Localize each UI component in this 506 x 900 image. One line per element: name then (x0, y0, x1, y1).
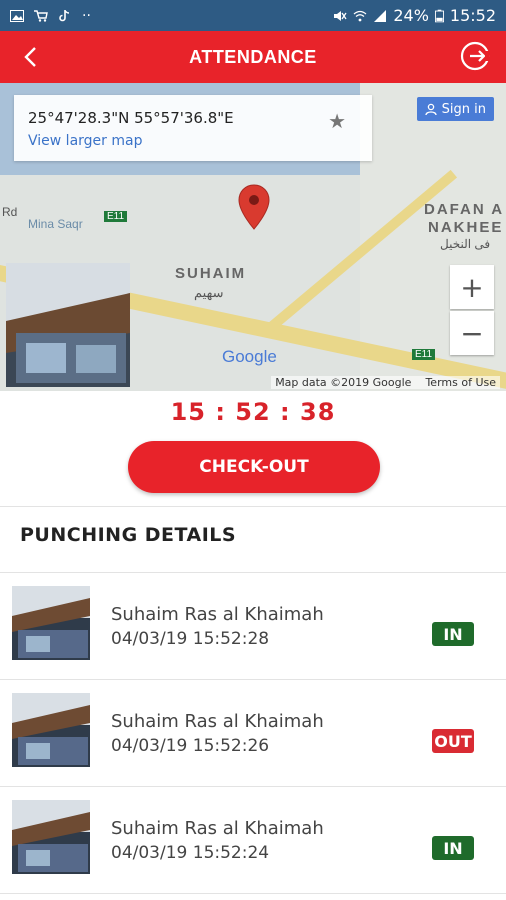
area-label: SUHAIM (175, 265, 247, 282)
user-icon (425, 103, 437, 115)
punch-timestamp: 04/03/19 15:52:28 (111, 629, 270, 649)
area-label-arabic: سهيم (194, 285, 224, 300)
dafan-label-2: NAKHEE (428, 219, 504, 236)
punch-location: Suhaim Ras al Khaimah (111, 604, 324, 625)
section-divider (0, 506, 506, 507)
punch-entry[interactable]: Suhaim Ras al Khaimah 04/03/19 15:52:28 … (0, 572, 506, 678)
e11-label-east: E11 (412, 349, 436, 360)
status-bar: ·· 24% 15:52 (0, 0, 506, 31)
page-title: ATTENDANCE (189, 46, 317, 67)
status-time: 15:52 (449, 6, 496, 25)
coordinates-text: 25°47'28.3"N 55°57'36.8"E (28, 109, 234, 127)
zoom-in-button[interactable]: + (450, 265, 494, 309)
row-divider (0, 893, 506, 894)
battery-percent: 24% (393, 6, 429, 25)
punch-entry[interactable]: Suhaim Ras al Khaimah 04/03/19 15:52:24 … (0, 786, 506, 892)
app-bar: ATTENDANCE (0, 31, 506, 83)
punch-location: Suhaim Ras al Khaimah (111, 818, 324, 839)
signal-icon (374, 9, 387, 22)
mina-saqr-label: Mina Saqr (28, 217, 83, 231)
zoom-out-button[interactable]: − (450, 311, 494, 355)
punch-type-badge: OUT (432, 729, 474, 753)
cart-icon (34, 9, 48, 22)
check-out-button[interactable]: CHECK-OUT (128, 441, 380, 493)
dafan-label-arabic: فى النخيل (440, 237, 491, 251)
system-icons: 24% 15:52 (333, 6, 506, 25)
google-logo: Google (222, 347, 277, 366)
sign-in-label: Sign in (441, 101, 486, 117)
punch-entry[interactable]: Suhaim Ras al Khaimah 04/03/19 15:52:26 … (0, 679, 506, 785)
logout-button[interactable] (458, 39, 492, 73)
location-map[interactable]: Mina Saqr Rd E11 E11 SUHAIM سهيم DAFAN A… (0, 83, 506, 391)
terms-of-use-link[interactable]: Terms of Use (425, 376, 496, 389)
dafan-label-1: DAFAN A (424, 201, 505, 218)
mute-icon (334, 10, 347, 21)
notification-icons: ·· (0, 8, 91, 24)
map-sign-in-button[interactable]: Sign in (416, 97, 494, 121)
punch-photo (12, 800, 90, 874)
tiktok-icon (59, 9, 70, 21)
punch-photo (12, 693, 90, 767)
gallery-icon (10, 9, 24, 22)
map-attribution: Map data ©2019 Google Terms of Use (271, 376, 500, 389)
location-pin-icon (238, 184, 270, 230)
battery-icon (434, 9, 444, 22)
punch-timestamp: 04/03/19 15:52:24 (111, 843, 270, 863)
wifi-icon (353, 10, 367, 21)
street-view-image (6, 263, 130, 387)
punch-location: Suhaim Ras al Khaimah (111, 711, 324, 732)
punch-timestamp: 04/03/19 15:52:26 (111, 736, 270, 756)
more-notifications-icon: ·· (82, 7, 91, 24)
punch-type-badge: IN (432, 836, 474, 860)
map-info-card: 25°47'28.3"N 55°57'36.8"E View larger ma… (14, 95, 372, 161)
street-view-thumbnail[interactable] (6, 263, 130, 387)
punch-type-badge: IN (432, 622, 474, 646)
back-button[interactable] (14, 41, 46, 73)
punching-details-title: PUNCHING DETAILS (20, 524, 237, 546)
save-star-icon[interactable]: ★ (328, 109, 346, 133)
back-arrow-icon (24, 47, 36, 67)
view-larger-map-link[interactable]: View larger map (28, 133, 142, 149)
e11-label-west: E11 (104, 211, 128, 222)
map-data-text: Map data ©2019 Google (275, 376, 412, 389)
road-label: Rd (2, 205, 18, 219)
punch-photo (12, 586, 90, 660)
logout-icon (460, 41, 490, 71)
current-time: 15 : 52 : 38 (170, 398, 336, 426)
